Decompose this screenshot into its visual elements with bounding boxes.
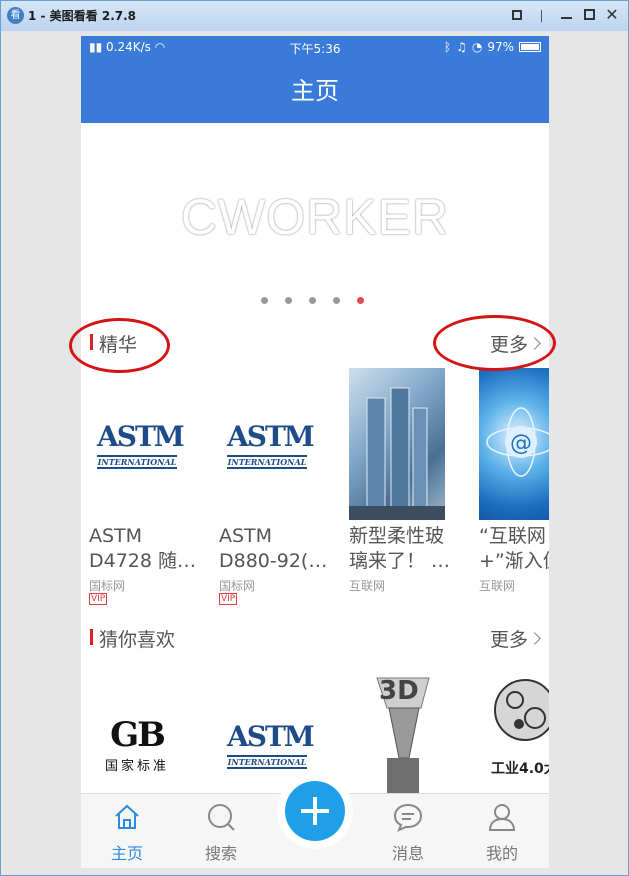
featured-card[interactable]: @ “互联网 +”渐入佳 互联网: [471, 368, 549, 618]
app-window: 看 1 - 美图看看 2.7.8 ✕ ▮▮ 0.24K/s ◠ 下午5:36 ᛒ…: [0, 0, 629, 876]
guess-card[interactable]: 工业4.0大: [471, 668, 549, 793]
tab-label: 消息: [391, 844, 424, 863]
tab-label: 搜索: [204, 844, 237, 863]
mute-icon: ♫: [456, 40, 467, 54]
gb-letters: GB: [110, 714, 166, 755]
svg-text:@: @: [510, 431, 532, 456]
annotation-ring-featured: [69, 318, 170, 373]
profile-icon: [488, 804, 516, 831]
title-bar[interactable]: 看 1 - 美图看看 2.7.8 ✕: [1, 1, 628, 31]
tab-profile[interactable]: 我的: [462, 794, 542, 868]
guess-more-link[interactable]: 更多: [489, 625, 541, 652]
astm-letters: ASTM: [227, 419, 315, 453]
astm-logo: ASTM INTERNATIONAL: [219, 668, 315, 793]
card-title-line1: ASTM: [89, 525, 143, 547]
minimize-button[interactable]: [557, 6, 575, 24]
astm-caption: INTERNATIONAL: [97, 454, 177, 469]
astm-logo: ASTM INTERNATIONAL: [89, 368, 185, 520]
close-icon: ✕: [605, 5, 619, 24]
tab-home[interactable]: 主页: [87, 794, 167, 868]
card-title-line2: 璃来了！ …: [349, 550, 451, 572]
guess-title: 猜你喜欢: [99, 629, 176, 651]
phone-screen: ▮▮ 0.24K/s ◠ 下午5:36 ᛒ ♫ ◔ 97% 主页 CWORKER: [81, 36, 549, 868]
astm-letters: ASTM: [97, 419, 185, 453]
gb-logo: GB 国家标准: [89, 668, 185, 793]
bottom-tab-bar: 主页 搜索 消息 我的: [81, 773, 549, 868]
bluetooth-icon: ᛒ: [443, 40, 452, 54]
card-source: 国标网: [219, 579, 256, 593]
astm-letters: ASTM: [227, 719, 315, 753]
search-icon: [208, 804, 235, 831]
battery-icon: [519, 42, 541, 52]
industry-40-image: 工业4.0大: [479, 668, 549, 793]
restore-button[interactable]: [507, 6, 525, 24]
app-logo-icon: 看: [7, 7, 24, 24]
guess-card[interactable]: 3D: [341, 668, 459, 793]
astm-caption: INTERNATIONAL: [227, 754, 307, 769]
card-title-line1: 新型柔性玻: [349, 525, 445, 547]
glass-building-image: [349, 368, 445, 520]
status-right: ᛒ ♫ ◔ 97%: [444, 40, 541, 54]
battery-percent: 97%: [487, 40, 514, 54]
carousel-dot[interactable]: [261, 297, 268, 304]
alarm-icon: ◔: [471, 40, 483, 54]
featured-list[interactable]: ASTM INTERNATIONAL ASTM D4728 随… 国标网 VIP …: [81, 368, 549, 618]
card-title-line1: “互联网: [479, 525, 546, 547]
tab-label: 我的: [485, 844, 518, 863]
carousel-indicator: [261, 297, 364, 304]
plus-icon: [285, 781, 345, 841]
banner-text: CWORKER: [180, 189, 450, 245]
carousel-dot-active[interactable]: [357, 297, 364, 304]
banner-carousel[interactable]: CWORKER: [81, 123, 549, 323]
more-label: 更多: [489, 629, 528, 651]
guess-card[interactable]: GB 国家标准: [81, 668, 199, 793]
title-separator: [541, 10, 542, 22]
carousel-dot[interactable]: [309, 297, 316, 304]
message-icon: [393, 803, 423, 832]
section-marker: [90, 629, 93, 645]
3d-label: 3D: [379, 676, 419, 706]
featured-card[interactable]: 新型柔性玻 璃来了！ … 互联网: [341, 368, 459, 618]
astm-logo: ASTM INTERNATIONAL: [219, 368, 315, 520]
tab-label: 主页: [110, 844, 143, 863]
vip-badge: VIP: [219, 593, 238, 605]
3d-print-image: 3D: [349, 668, 445, 793]
tab-search[interactable]: 搜索: [181, 794, 261, 868]
industry-label: 工业4.0大: [491, 761, 549, 777]
close-button[interactable]: ✕: [603, 6, 621, 24]
gb-caption: 国家标准: [104, 758, 169, 774]
carousel-dot[interactable]: [285, 297, 292, 304]
globe-at-image: @: [479, 368, 549, 520]
tab-messages[interactable]: 消息: [368, 794, 448, 868]
maximize-icon: [584, 9, 595, 20]
maximize-button[interactable]: [580, 6, 598, 24]
card-title-line2: D880-92(…: [219, 550, 328, 572]
guess-section-header: 猜你喜欢 更多: [81, 619, 549, 659]
featured-card[interactable]: ASTM INTERNATIONAL ASTM D880-92(… 国标网 VIP: [211, 368, 329, 618]
status-bar: ▮▮ 0.24K/s ◠ 下午5:36 ᛒ ♫ ◔ 97%: [81, 36, 549, 60]
carousel-dot[interactable]: [333, 297, 340, 304]
card-title-line2: +”渐入佳: [479, 550, 549, 572]
restore-icon: [512, 10, 522, 20]
window-title: 1 - 美图看看 2.7.8: [28, 9, 137, 23]
astm-caption: INTERNATIONAL: [227, 454, 307, 469]
card-source: 互联网: [349, 579, 386, 593]
card-source: 国标网: [89, 579, 126, 593]
annotation-ring-more: [433, 315, 556, 371]
minimize-icon: [561, 17, 572, 19]
page-title: 主页: [81, 60, 549, 123]
card-source: 互联网: [479, 579, 516, 593]
vip-badge: VIP: [89, 593, 108, 605]
home-icon: [115, 804, 139, 829]
chevron-right-icon: [528, 632, 541, 645]
card-title-line1: ASTM: [219, 525, 273, 547]
card-title-line2: D4728 随…: [89, 550, 197, 572]
add-button[interactable]: [277, 773, 353, 849]
featured-card[interactable]: ASTM INTERNATIONAL ASTM D4728 随… 国标网 VIP: [81, 368, 199, 618]
